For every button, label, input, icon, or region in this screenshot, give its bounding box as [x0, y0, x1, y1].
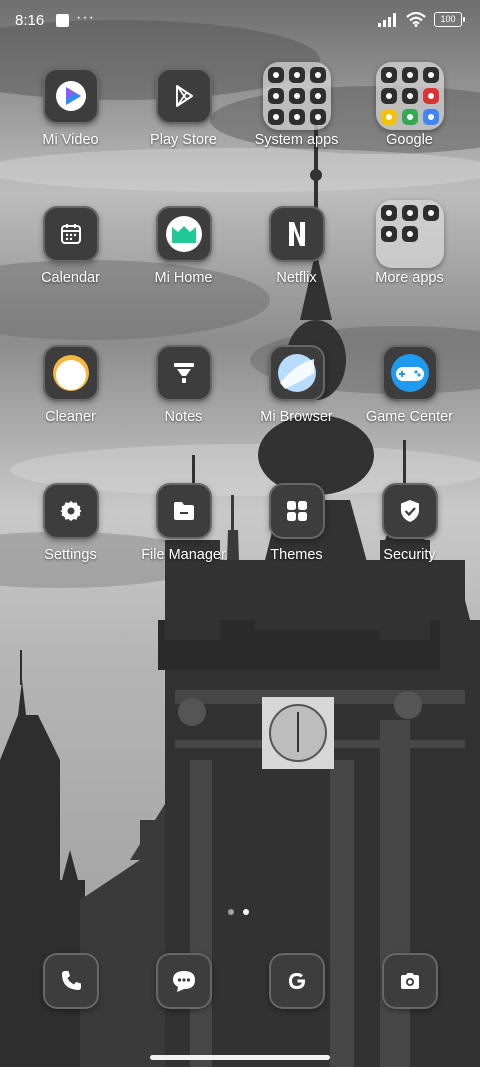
app-label: Mi Video	[42, 132, 99, 148]
app-play-store[interactable]: Play Store	[127, 68, 240, 148]
folder-app-icon	[401, 88, 418, 104]
folder-app-icon	[401, 226, 418, 242]
calendar-icon	[42, 206, 99, 262]
app-cleaner[interactable]: Cleaner	[14, 345, 127, 425]
app-label: Calendar	[41, 270, 100, 286]
youtube-mini-icon	[422, 88, 439, 104]
dock-google-search[interactable]	[240, 953, 353, 1009]
notes-icon	[155, 345, 212, 401]
page-indicator[interactable]	[228, 909, 249, 915]
app-label: Themes	[270, 547, 323, 563]
app-mi-browser[interactable]: Mi Browser	[240, 345, 353, 425]
app-label: Security	[383, 547, 436, 563]
wifi-icon	[406, 12, 426, 27]
themes-icon	[268, 483, 325, 539]
more-apps-folder-icon	[375, 200, 444, 268]
app-security[interactable]: Security	[353, 483, 466, 563]
dock-phone[interactable]	[14, 953, 127, 1009]
app-label: More apps	[375, 270, 444, 286]
folder-app-icon	[401, 205, 418, 221]
app-mi-home[interactable]: Mi Home	[127, 206, 240, 286]
folder-app-icon	[309, 88, 326, 104]
file-manager-icon	[155, 483, 212, 539]
folder-app-icon	[422, 67, 439, 83]
app-label: Settings	[44, 547, 97, 563]
gesture-navigation-bar[interactable]	[150, 1055, 330, 1060]
app-netflix[interactable]: Netflix	[240, 206, 353, 286]
play-store-icon	[155, 68, 212, 124]
folder-app-icon	[288, 109, 305, 125]
dock-camera[interactable]	[353, 953, 466, 1009]
page-dot-active[interactable]	[243, 909, 249, 915]
battery-icon: 100	[434, 12, 465, 27]
mi-home-icon	[155, 206, 212, 262]
app-themes[interactable]: Themes	[240, 483, 353, 563]
app-label: File Manager	[141, 547, 226, 563]
clock: 8:16	[15, 12, 45, 29]
app-calendar[interactable]: Calendar	[14, 206, 127, 286]
folder-app-icon	[422, 205, 439, 221]
phone-icon	[42, 953, 99, 1009]
app-notes[interactable]: Notes	[127, 345, 240, 425]
folder-app-icon	[380, 226, 397, 242]
folder-google[interactable]: Google	[353, 62, 466, 148]
system-apps-folder-icon	[262, 62, 331, 130]
security-icon	[381, 483, 438, 539]
folder-app-icon	[288, 88, 305, 104]
messages-icon	[155, 953, 212, 1009]
app-game-center[interactable]: Game Center	[353, 345, 466, 425]
netflix-icon	[268, 206, 325, 262]
folder-app-icon	[267, 88, 284, 104]
app-label: Notes	[164, 409, 203, 425]
folder-app-icon	[401, 67, 418, 83]
folder-system-apps[interactable]: System apps	[240, 62, 353, 148]
camera-icon	[381, 953, 438, 1009]
app-label: Google	[386, 132, 433, 148]
settings-icon	[42, 483, 99, 539]
more-notifications-indicator: ···	[76, 9, 95, 26]
app-label: Mi Home	[154, 270, 213, 286]
folder-app-icon	[380, 205, 397, 221]
folder-app-icon	[309, 109, 326, 125]
game-center-icon	[381, 345, 438, 401]
mi-browser-icon	[268, 345, 325, 401]
app-label: Cleaner	[45, 409, 96, 425]
app-label: Game Center	[365, 409, 454, 425]
app-label: Netflix	[276, 270, 317, 286]
dock-messages[interactable]	[127, 953, 240, 1009]
status-bar: 8:16 ··· 100	[0, 0, 480, 42]
cleaner-icon	[42, 345, 99, 401]
app-file-manager[interactable]: File Manager	[127, 483, 240, 563]
folder-app-icon	[288, 67, 305, 83]
folder-app-icon	[401, 109, 418, 125]
folder-app-icon	[309, 67, 326, 83]
folder-more-apps[interactable]: More apps	[353, 200, 466, 286]
app-settings[interactable]: Settings	[14, 483, 127, 563]
folder-app-icon	[380, 88, 397, 104]
app-label: System apps	[254, 132, 339, 148]
app-label: Mi Browser	[260, 409, 333, 425]
folder-app-icon	[380, 109, 397, 125]
app-label: Play Store	[150, 132, 217, 148]
page-dot[interactable]	[228, 909, 234, 915]
folder-app-icon	[267, 67, 284, 83]
app-mi-video[interactable]: Mi Video	[14, 68, 127, 148]
folder-app-icon	[422, 109, 439, 125]
folder-app-icon	[380, 67, 397, 83]
folder-app-icon	[267, 109, 284, 125]
google-folder-icon	[375, 62, 444, 130]
google-search-icon	[268, 953, 325, 1009]
notification-square-icon	[56, 14, 69, 27]
signal-icon	[378, 12, 396, 27]
mi-video-icon	[42, 68, 99, 124]
